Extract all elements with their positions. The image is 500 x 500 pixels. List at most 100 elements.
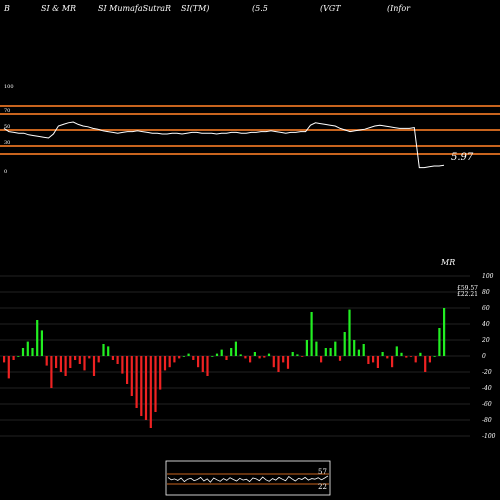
mrsi-bar	[376, 356, 379, 368]
mrsi-bar	[45, 356, 48, 366]
mrsi-bar	[343, 332, 346, 356]
mrsi-bar	[334, 341, 337, 356]
mrsi-bar	[305, 340, 308, 356]
chart-canvas: 1007050300 5.97 MR 100806040200-20-40-60…	[0, 84, 500, 496]
mrsi-bar	[414, 356, 417, 363]
mrsi-bar	[220, 349, 223, 356]
mrsi-bar	[215, 353, 219, 356]
mrsi-overlay-label: £22.21	[457, 291, 478, 298]
mrsi-bar	[126, 356, 129, 384]
mrsi-bar	[116, 356, 119, 364]
mrsi-bar	[36, 320, 39, 356]
mrsi-bar	[173, 356, 176, 363]
mrsi-bar	[206, 356, 209, 376]
mrsi-bar	[55, 356, 58, 368]
mrsi-bar	[438, 328, 441, 356]
mrsi-bar	[64, 356, 67, 376]
mrsi-bar	[424, 356, 427, 372]
mrsi-bar	[234, 341, 237, 356]
mrsi-bar	[135, 356, 138, 408]
mrsi-bar	[197, 356, 200, 368]
mrsi-bar	[239, 354, 242, 356]
mrsi-bar	[74, 356, 77, 360]
mrsi-bar	[26, 341, 29, 356]
mrsi-bar	[253, 352, 256, 356]
mrsi-bar	[21, 348, 25, 356]
mrsi-bar	[391, 356, 394, 368]
mrsi-tick-label: 100	[482, 273, 494, 280]
mrsi-bar	[88, 356, 91, 359]
mrsi-bar	[367, 356, 370, 364]
mrsi-bar	[291, 352, 294, 356]
mrsi-tick-label: 0	[482, 353, 486, 360]
mrsi-bar	[405, 356, 408, 358]
mrsi-bar	[310, 312, 313, 356]
mrsi-bar	[286, 356, 290, 369]
rsi-level-lines	[0, 105, 500, 155]
mrsi-bar	[149, 356, 152, 428]
mrsi-bar	[121, 356, 124, 374]
rsi-last-value-label: 5.97	[451, 152, 474, 163]
mrsi-bar	[3, 356, 6, 363]
rsi-level-label: 100	[4, 84, 14, 90]
mrsi-bar	[324, 348, 327, 356]
mrsi-bar	[263, 356, 266, 358]
rsi-level-label: 0	[4, 169, 7, 175]
mrsi-bar	[130, 356, 133, 396]
mrsi-bar	[433, 356, 436, 357]
mini-panel-label: 22	[318, 483, 327, 491]
mrsi-bar	[50, 356, 53, 388]
mrsi-bar	[395, 346, 398, 356]
mrsi-bar	[7, 356, 10, 379]
mrsi-bar	[178, 356, 181, 359]
mrsi-bar	[159, 356, 162, 390]
mrsi-bar	[102, 344, 105, 356]
mrsi-tick-label: -80	[482, 417, 492, 424]
mrsi-bar	[12, 356, 15, 360]
mrsi-bar	[107, 346, 110, 356]
mrsi-bar	[192, 356, 195, 360]
mrsi-bar	[78, 356, 81, 364]
mrsi-bar	[315, 341, 318, 356]
mrsi-bar	[357, 349, 360, 356]
mrsi-bar	[301, 356, 304, 357]
mini-panel-label: 57	[318, 468, 327, 476]
mrsi-bar	[338, 356, 342, 361]
mrsi-bar	[31, 348, 34, 356]
mrsi-bar	[40, 330, 43, 356]
mrsi-bar	[386, 356, 389, 359]
rsi-line	[3, 121, 445, 169]
mrsi-bar	[59, 356, 62, 372]
mrsi-bar	[154, 356, 157, 412]
mrsi-bar	[443, 308, 446, 356]
mrsi-bar	[69, 356, 72, 368]
mrsi-bar	[201, 356, 204, 372]
mrsi-bar	[140, 356, 143, 416]
mrsi-bar	[296, 354, 299, 356]
mrsi-bar	[230, 348, 233, 356]
mrsi-bar	[409, 356, 413, 357]
mrsi-tick-label: -40	[482, 385, 492, 392]
mrsi-bars	[3, 308, 446, 428]
mrsi-bar	[225, 356, 228, 360]
rsi-level-label: 70	[4, 108, 10, 114]
mrsi-bar	[244, 356, 247, 359]
mrsi-bar	[97, 356, 100, 363]
mrsi-tick-label: 60	[482, 305, 490, 312]
mrsi-bar	[182, 356, 185, 357]
rsi-level-label: 30	[4, 140, 10, 146]
mrsi-bar	[258, 356, 261, 359]
mrsi-bar	[111, 356, 114, 360]
mrsi-bar	[17, 356, 20, 357]
mrsi-bar	[168, 356, 171, 368]
mrsi-bar	[381, 352, 384, 356]
mrsi-bar	[211, 356, 214, 357]
mrsi-bar	[163, 356, 167, 371]
mrsi-bar	[144, 356, 148, 420]
mrsi-bar	[272, 356, 275, 368]
mrsi-bar	[362, 344, 365, 356]
mrsi-tick-label: -60	[482, 401, 492, 408]
mrsi-bar	[353, 340, 356, 356]
mrsi-tick-label: -100	[482, 433, 496, 440]
mrsi-bar	[92, 356, 96, 376]
